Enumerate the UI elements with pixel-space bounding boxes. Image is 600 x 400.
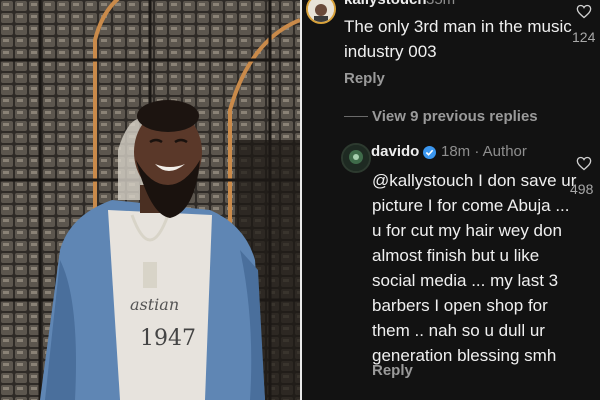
reply-button[interactable]: Reply — [344, 70, 385, 87]
comment-text: @kallystouch I don save ur picture I for… — [372, 171, 577, 365]
view-replies-label: View 9 previous replies — [372, 107, 538, 125]
photo-panel: astian 1947 — [0, 0, 300, 400]
avatar-davido[interactable] — [341, 143, 371, 173]
heart-icon[interactable] — [576, 4, 592, 19]
verified-badge-icon — [423, 146, 436, 159]
heart-icon[interactable] — [576, 156, 592, 171]
man-photo: astian 1947 — [0, 0, 300, 400]
avatar-image — [308, 0, 334, 22]
comment-text: The only 3rd man in the music industry 0… — [344, 17, 572, 61]
checkmark-icon — [425, 149, 434, 156]
like-count: 498 — [570, 181, 594, 197]
comment-username[interactable]: davido — [371, 143, 419, 160]
reply-button[interactable]: Reply — [372, 362, 413, 379]
comment-username[interactable]: kallystouch — [344, 0, 427, 8]
view-previous-replies-button[interactable]: View 9 previous replies — [344, 106, 538, 126]
comment-meta: 18m · Author — [441, 143, 527, 160]
avatar-kallystouch[interactable] — [306, 0, 336, 24]
avatar-image — [343, 145, 369, 171]
thread-line — [344, 115, 368, 117]
like-count: 124 — [572, 29, 596, 45]
svg-text:astian: astian — [130, 295, 179, 314]
svg-text:1947: 1947 — [140, 326, 196, 351]
comments-panel: kallystouch 35m The only 3rd man in the … — [302, 0, 600, 400]
comment-timestamp: 35m — [426, 0, 455, 8]
